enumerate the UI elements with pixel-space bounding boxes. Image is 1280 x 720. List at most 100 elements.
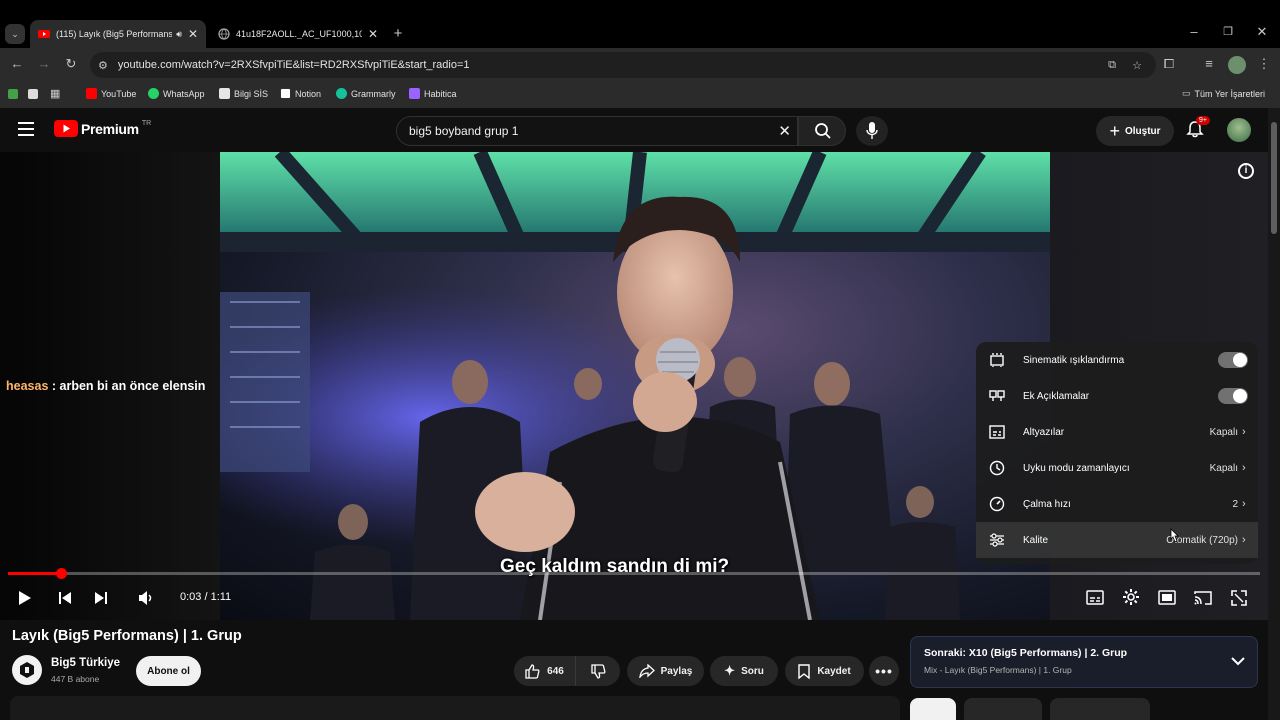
playback-speed-icon xyxy=(986,496,1008,512)
dislike-button[interactable] xyxy=(576,656,620,686)
clear-search-icon[interactable]: ✕ xyxy=(778,122,791,140)
subtitles-toggle-icon[interactable] xyxy=(1086,590,1104,605)
volume-icon[interactable] xyxy=(138,590,154,606)
fullscreen-icon[interactable] xyxy=(1231,590,1247,606)
account-avatar[interactable] xyxy=(1227,118,1251,142)
bookmark-star-icon[interactable]: ☆ xyxy=(1132,59,1142,72)
install-app-icon[interactable]: ⧉ xyxy=(1108,59,1116,72)
bilgi-sis-icon xyxy=(219,88,230,99)
site-info-icon[interactable]: ⚙ xyxy=(98,59,108,72)
scrollbar-thumb[interactable] xyxy=(1271,122,1277,234)
subscribe-button[interactable]: Abone ol xyxy=(136,656,201,686)
share-button[interactable]: Paylaş xyxy=(627,656,704,686)
search-input[interactable]: big5 boyband grup 1 ✕ xyxy=(396,116,798,146)
forward-icon[interactable]: → xyxy=(34,56,54,71)
description-box[interactable] xyxy=(10,696,900,720)
more-actions-button[interactable]: ••• xyxy=(869,656,899,686)
audio-playing-icon[interactable]: 🔊︎ xyxy=(176,29,182,40)
ask-button[interactable]: ✦ Soru xyxy=(710,656,778,686)
plus-icon: + xyxy=(1109,120,1120,141)
mouse-cursor-icon xyxy=(1170,528,1179,543)
apps-grid-icon[interactable]: ▦ xyxy=(50,87,60,100)
info-icon[interactable]: i xyxy=(1238,163,1254,179)
filter-chip[interactable] xyxy=(964,698,1042,720)
tab-group-icon[interactable] xyxy=(8,89,18,99)
video-scene xyxy=(220,152,1050,620)
save-button[interactable]: Kaydet xyxy=(785,656,864,686)
reload-icon[interactable]: ↻ xyxy=(61,56,81,72)
setting-playback-speed[interactable]: Çalma hızı 2 › xyxy=(976,486,1258,522)
tab-image[interactable]: 41u18F2AOLL._AC_UF1000,1000_QL80_.jpg ✕ xyxy=(210,20,386,48)
filter-chip[interactable] xyxy=(1050,698,1150,720)
notifications-button[interactable]: 9+ xyxy=(1186,116,1210,143)
back-icon[interactable]: ← xyxy=(7,56,27,71)
extensions-icon[interactable]: ⧠ xyxy=(1159,56,1179,72)
like-button[interactable]: 646 xyxy=(514,656,576,686)
bookmark-bilgi-sis[interactable]: Bilgi SİS xyxy=(219,88,268,99)
whatsapp-icon xyxy=(148,88,159,99)
bookmarks-bar: ▦ YouTube WhatsApp Bilgi SİS Notion Gram… xyxy=(0,82,1280,108)
browser-menu-icon[interactable]: ⋮ xyxy=(1254,56,1274,72)
annotations-toggle[interactable] xyxy=(1218,388,1248,404)
settings-gear-icon[interactable] xyxy=(1122,588,1140,606)
hamburger-menu-icon[interactable] xyxy=(18,122,34,136)
profile-avatar[interactable] xyxy=(1228,56,1246,74)
setting-cinematic-lighting[interactable]: Sinematik ışıklandırma xyxy=(976,342,1258,378)
bookmark-youtube[interactable]: YouTube xyxy=(86,88,136,99)
thumbs-up-icon xyxy=(525,663,540,679)
filter-chip[interactable] xyxy=(910,698,956,720)
all-bookmarks[interactable]: ▭ Tüm Yer İşaretleri xyxy=(1182,88,1265,99)
bookmark-notion[interactable]: Notion xyxy=(280,88,321,99)
voice-search-button[interactable] xyxy=(856,116,888,146)
tab-group-icon[interactable] xyxy=(28,89,38,99)
chevron-right-icon: › xyxy=(1242,498,1246,510)
video-title: Layık (Big5 Performans) | 1. Grup xyxy=(12,628,242,644)
create-button[interactable]: + Oluştur xyxy=(1096,116,1174,146)
cast-icon[interactable] xyxy=(1194,590,1212,605)
close-tab-icon[interactable]: ✕ xyxy=(368,27,378,41)
youtube-premium-logo[interactable]: Premium TR xyxy=(54,120,151,137)
search-button[interactable] xyxy=(798,116,846,146)
setting-quality[interactable]: Kalite Otomatik (720p) › xyxy=(976,522,1258,558)
next-icon[interactable] xyxy=(94,591,108,605)
setting-annotations[interactable]: Ek Açıklamalar xyxy=(976,378,1258,414)
channel-avatar[interactable] xyxy=(12,655,42,685)
close-tab-icon[interactable]: ✕ xyxy=(188,27,198,41)
up-next-subtitle: Mix - Layık (Big5 Performans) | 1. Grup xyxy=(924,665,1072,675)
previous-icon[interactable] xyxy=(58,591,72,605)
settings-menu: Sinematik ışıklandırma Ek Açıklamalar Al… xyxy=(976,342,1258,564)
chevron-right-icon: › xyxy=(1242,426,1246,438)
play-icon[interactable] xyxy=(18,590,32,606)
chevron-right-icon: › xyxy=(1242,534,1246,546)
cinematic-toggle[interactable] xyxy=(1218,352,1248,368)
theater-mode-icon[interactable] xyxy=(1158,590,1176,605)
chat-username: heasas xyxy=(6,379,49,393)
up-next-panel[interactable]: Sonraki: X10 (Big5 Performans) | 2. Grup… xyxy=(910,636,1258,688)
channel-name[interactable]: Big5 Türkiye xyxy=(51,657,120,669)
chevron-right-icon: › xyxy=(1242,462,1246,474)
tab-youtube[interactable]: (115) Layık (Big5 Performans) | 1. Grup … xyxy=(30,20,206,48)
sparkle-icon: ✦ xyxy=(724,663,736,678)
setting-sleep-timer[interactable]: Uyku modu zamanlayıcı Kapalı › xyxy=(976,450,1258,486)
video-player[interactable]: heasas : arben bi an önce elensin i Sine… xyxy=(0,152,1268,620)
new-tab-button[interactable]: + xyxy=(388,25,408,42)
youtube-logo-icon xyxy=(54,120,78,137)
page-scrollbar[interactable] xyxy=(1268,108,1280,720)
bookmark-habitica[interactable]: Habitica xyxy=(409,88,457,99)
bookmark-whatsapp[interactable]: WhatsApp xyxy=(148,88,205,99)
progress-bar[interactable] xyxy=(8,568,1260,579)
progress-scrubber[interactable] xyxy=(55,568,67,579)
tab-search-button[interactable]: ⌄ xyxy=(5,24,25,44)
share-icon xyxy=(638,664,655,678)
bookmark-grammarly[interactable]: Grammarly xyxy=(336,88,396,99)
chevron-down-icon[interactable] xyxy=(1231,656,1245,666)
video-frame[interactable] xyxy=(220,152,1050,620)
media-control-icon[interactable]: ≡ xyxy=(1199,56,1219,71)
minimize-icon[interactable]: – xyxy=(1184,24,1204,39)
search-query: big5 boyband grup 1 xyxy=(409,124,519,138)
restore-icon[interactable]: ❐ xyxy=(1218,25,1238,38)
close-window-icon[interactable]: ✕ xyxy=(1252,24,1272,40)
setting-subtitles[interactable]: Altyazılar Kapalı › xyxy=(976,414,1258,450)
address-bar[interactable]: ⚙ youtube.com/watch?v=2RXSfvpiTiE&list=R… xyxy=(90,52,1156,78)
thumbs-down-icon xyxy=(590,663,605,679)
